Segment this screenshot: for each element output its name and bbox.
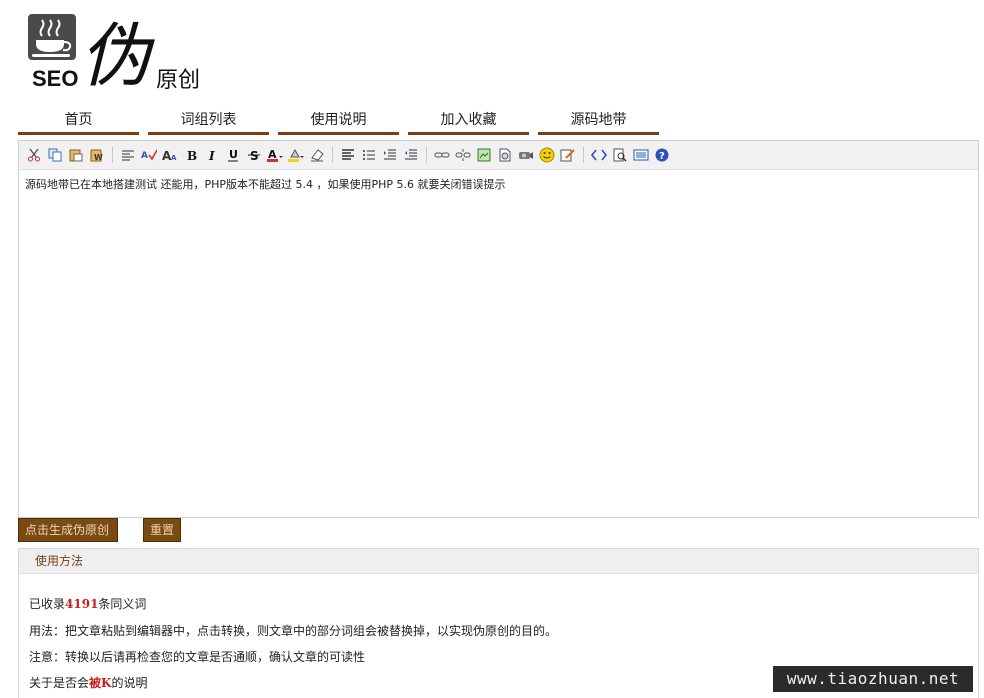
- toolbar-separator: [583, 147, 584, 163]
- rich-text-editor: W A AA B I U S A ? 源码地带已在本地搭建测试 还能用，PHP版…: [18, 140, 979, 518]
- toolbar-separator: [332, 147, 333, 163]
- logo-seo-text: SEO: [32, 66, 79, 91]
- preview-icon[interactable]: [611, 146, 629, 164]
- media-icon[interactable]: [517, 146, 535, 164]
- image-icon[interactable]: [475, 146, 493, 164]
- toolbar-separator: [426, 147, 427, 163]
- format-icon[interactable]: [119, 146, 137, 164]
- indent-icon[interactable]: [381, 146, 399, 164]
- synonym-count: 4191: [65, 597, 99, 611]
- link-icon[interactable]: [433, 146, 451, 164]
- spellcheck-icon[interactable]: A: [140, 146, 158, 164]
- site-logo: SEO 伪 原创: [28, 10, 218, 97]
- usage-count-suffix: 条同义词: [98, 597, 147, 611]
- unordered-list-icon[interactable]: [360, 146, 378, 164]
- svg-text:I: I: [208, 149, 215, 162]
- nav-word-list[interactable]: 词组列表: [148, 108, 269, 135]
- svg-text:?: ?: [659, 151, 665, 162]
- outdent-icon[interactable]: [402, 146, 420, 164]
- nav-add-favorite[interactable]: 加入收藏: [408, 108, 529, 135]
- align-icon[interactable]: [339, 146, 357, 164]
- svg-text:A: A: [171, 154, 177, 162]
- nav-source-zone[interactable]: 源码地带: [538, 108, 659, 135]
- svg-text:U: U: [229, 148, 238, 161]
- strikethrough-icon[interactable]: S: [245, 146, 263, 164]
- usage-k-prefix: 关于是否会: [29, 676, 90, 690]
- toolbar-separator: [112, 147, 113, 163]
- editor-toolbar: W A AA B I U S A ?: [19, 141, 978, 170]
- bold-icon[interactable]: B: [182, 146, 200, 164]
- usage-note-line: 注意：转换以后请再检查您的文章是否通顺，确认文章的可读性: [29, 650, 366, 664]
- nav-home[interactable]: 首页: [18, 108, 139, 135]
- flash-icon[interactable]: [496, 146, 514, 164]
- paste-icon[interactable]: [67, 146, 85, 164]
- usage-count-prefix: 已收录: [29, 597, 66, 611]
- watermark-label: www.tiaozhuan.net: [773, 666, 973, 692]
- usage-k-highlight: 被K: [89, 676, 112, 690]
- emoticon-icon[interactable]: [538, 146, 556, 164]
- reset-button[interactable]: 重置: [143, 518, 181, 542]
- generate-button[interactable]: 点击生成伪原创: [18, 518, 118, 542]
- underline-icon[interactable]: U: [224, 146, 242, 164]
- copy-icon[interactable]: [46, 146, 64, 164]
- unlink-icon[interactable]: [454, 146, 472, 164]
- svg-text:W: W: [94, 153, 103, 162]
- italic-icon[interactable]: I: [203, 146, 221, 164]
- edit-icon[interactable]: [559, 146, 577, 164]
- font-size-icon[interactable]: AA: [161, 146, 179, 164]
- highlight-icon[interactable]: [287, 146, 305, 164]
- cut-icon[interactable]: [25, 146, 43, 164]
- usage-k-suffix[interactable]: 的说明: [111, 676, 147, 690]
- eraser-icon[interactable]: [308, 146, 326, 164]
- logo-calligraphy: 伪: [80, 15, 150, 97]
- usage-count-line: 已收录4191条同义词: [29, 595, 146, 612]
- paste-text-icon[interactable]: W: [88, 146, 106, 164]
- nav-instructions[interactable]: 使用说明: [278, 108, 399, 135]
- usage-k-line: 关于是否会被K的说明: [29, 674, 147, 691]
- coffee-cup-icon: [28, 14, 76, 60]
- text-color-icon[interactable]: A: [266, 146, 284, 164]
- logo-subtitle: 原创: [156, 68, 201, 93]
- svg-text:A: A: [141, 151, 148, 161]
- source-icon[interactable]: [590, 146, 608, 164]
- svg-text:B: B: [187, 149, 197, 162]
- help-icon[interactable]: ?: [653, 146, 671, 164]
- usage-instruction-line: 用法：把文章粘贴到编辑器中，点击转换，则文章中的部分词组会被替换掉，以实现伪原创…: [29, 624, 558, 638]
- fullscreen-icon[interactable]: [632, 146, 650, 164]
- usage-title: 使用方法: [19, 549, 978, 574]
- editor-text-area[interactable]: 源码地带已在本地搭建测试 还能用，PHP版本不能超过 5.4 ，如果使用PHP …: [19, 170, 978, 198]
